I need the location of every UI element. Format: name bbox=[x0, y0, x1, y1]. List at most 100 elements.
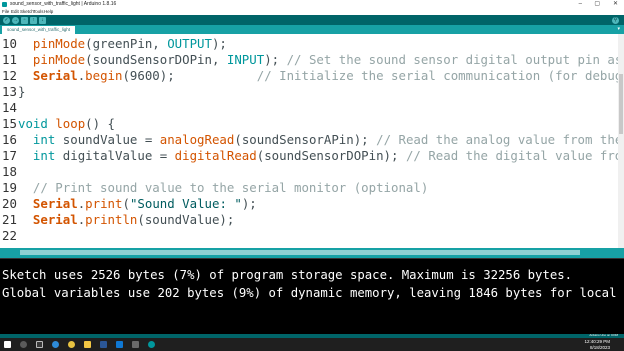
explorer-icon[interactable] bbox=[84, 341, 91, 348]
code-token: ); bbox=[264, 52, 287, 67]
menu-help[interactable]: Help bbox=[44, 8, 53, 15]
code-text: // Print sound value to the serial monit… bbox=[18, 180, 428, 196]
save-button[interactable]: ↓ bbox=[39, 16, 46, 24]
menu-sketch[interactable]: Sketch bbox=[20, 8, 34, 15]
arrow-down-icon: ↓ bbox=[41, 16, 44, 23]
console-line: Sketch uses 2526 bytes (7%) of program s… bbox=[2, 268, 573, 282]
line-number: 10 bbox=[2, 36, 17, 51]
line-number: 20 bbox=[2, 196, 17, 211]
code-token: (greenPin, bbox=[85, 36, 168, 51]
chrome-icon[interactable] bbox=[68, 341, 75, 348]
word-icon[interactable] bbox=[100, 341, 107, 348]
editor-vertical-scrollbar[interactable] bbox=[618, 34, 624, 248]
code-text: Serial.begin(9600); // Initialize the se… bbox=[18, 68, 624, 84]
arrow-up-icon: ↑ bbox=[32, 16, 35, 23]
code-token: // Read the digital value from t bbox=[405, 148, 624, 163]
line-number: 11 bbox=[2, 52, 17, 67]
code-token: INPUT bbox=[226, 52, 265, 67]
arrow-right-icon: → bbox=[13, 16, 18, 23]
line-number: 14 bbox=[2, 100, 17, 115]
taskview-icon[interactable] bbox=[36, 341, 43, 348]
code-text: void loop() { bbox=[18, 116, 115, 132]
close-button[interactable]: ✕ bbox=[613, 0, 618, 8]
code-token: ); bbox=[241, 196, 257, 211]
code-text: Serial.print("Sound Value: "); bbox=[18, 196, 257, 212]
code-token: // Read the analog value from the so bbox=[376, 132, 624, 147]
windows-taskbar: 12:40:29 PM 8/18/2023 bbox=[0, 338, 624, 351]
line-number: 13 bbox=[2, 84, 17, 99]
code-token: (soundSensorDOPin, bbox=[85, 52, 227, 67]
code-token: () { bbox=[85, 116, 115, 131]
board-status: Arduino Uno on COM bbox=[589, 333, 618, 337]
line-number: 17 bbox=[2, 148, 17, 163]
code-text: pinMode(soundSensorDOPin, INPUT); // Set… bbox=[18, 52, 624, 68]
clock-date: 8/18/2023 bbox=[589, 344, 610, 350]
check-icon: ✓ bbox=[4, 16, 9, 23]
search-icon[interactable] bbox=[20, 341, 27, 348]
open-button[interactable]: ↑ bbox=[30, 16, 37, 24]
code-token: } bbox=[18, 84, 26, 99]
line-number: 21 bbox=[2, 212, 17, 227]
console-output: Sketch uses 2526 bytes (7%) of program s… bbox=[0, 258, 624, 335]
arduino-app-icon bbox=[2, 2, 7, 7]
code-token: // Print sound value to the serial monit… bbox=[32, 180, 429, 195]
code-token: void bbox=[18, 116, 48, 131]
tab-menu-button[interactable]: ▾ bbox=[617, 25, 620, 34]
code-text: Serial.println(soundValue); bbox=[18, 212, 234, 228]
code-token: (soundSensorAPin); bbox=[234, 132, 377, 147]
menu-edit[interactable]: Edit bbox=[11, 8, 19, 15]
code-token: int bbox=[32, 148, 56, 163]
new-file-icon: ▫ bbox=[23, 16, 26, 23]
code-token: Serial bbox=[32, 212, 78, 227]
magnifier-icon: ⚲ bbox=[613, 16, 618, 23]
code-token: begin bbox=[85, 68, 123, 83]
code-token: pinMode bbox=[32, 52, 86, 67]
code-editor[interactable]: 10 pinMode(greenPin, OUTPUT); 11 pinMode(… bbox=[0, 34, 624, 248]
mail-icon[interactable] bbox=[116, 341, 123, 348]
new-button[interactable]: ▫ bbox=[21, 16, 28, 24]
code-token: (soundValue); bbox=[137, 212, 235, 227]
line-number: 18 bbox=[2, 164, 17, 179]
code-token: // Set the sound sensor digital output p… bbox=[286, 52, 624, 67]
verify-button[interactable]: ✓ bbox=[3, 16, 10, 24]
maximize-button[interactable]: ▢ bbox=[594, 0, 600, 8]
menu-tools[interactable]: Tools bbox=[33, 8, 44, 15]
minimize-button[interactable]: – bbox=[579, 0, 582, 8]
code-token: loop bbox=[55, 116, 86, 131]
code-token: (9600); bbox=[122, 68, 257, 83]
tab-bar: sound_sensor_with_traffic_light ▾ bbox=[0, 25, 624, 34]
start-icon[interactable] bbox=[4, 341, 11, 348]
code-token: soundValue = bbox=[55, 132, 160, 147]
code-text: int digitalValue = digitalRead(soundSens… bbox=[18, 148, 624, 164]
taskbar-clock[interactable]: 12:40:29 PM 8/18/2023 bbox=[584, 339, 610, 350]
code-token: (soundSensorDOPin); bbox=[256, 148, 406, 163]
code-token: Serial bbox=[32, 196, 78, 211]
photos-icon[interactable] bbox=[132, 341, 139, 348]
upload-button[interactable]: → bbox=[12, 16, 19, 24]
code-token: OUTPUT bbox=[167, 36, 212, 51]
scrollbar-thumb[interactable] bbox=[619, 74, 623, 134]
code-token: pinMode bbox=[32, 36, 86, 51]
code-token: // Initialize the serial communication (… bbox=[256, 68, 624, 83]
edge-icon[interactable] bbox=[52, 341, 59, 348]
code-token: analogRead bbox=[159, 132, 235, 147]
code-token: ); bbox=[211, 36, 227, 51]
tab-sketch[interactable]: sound_sensor_with_traffic_light bbox=[2, 26, 75, 34]
title-bar: sound_sensor_with_traffic_light | Arduin… bbox=[0, 0, 624, 8]
console-line: Global variables use 202 bytes (9%) of d… bbox=[2, 286, 624, 300]
scrollbar-thumb[interactable] bbox=[20, 250, 580, 255]
line-number: 16 bbox=[2, 132, 17, 147]
serial-monitor-button[interactable]: ⚲ bbox=[612, 16, 619, 24]
editor-horizontal-scrollbar[interactable] bbox=[0, 248, 624, 258]
menu-file[interactable]: File bbox=[2, 8, 9, 15]
arduino-icon[interactable] bbox=[148, 341, 155, 348]
line-number: 12 bbox=[2, 68, 17, 83]
toolbar: ✓ → ▫ ↑ ↓ ⚲ bbox=[0, 15, 624, 25]
code-token: ( bbox=[122, 196, 130, 211]
